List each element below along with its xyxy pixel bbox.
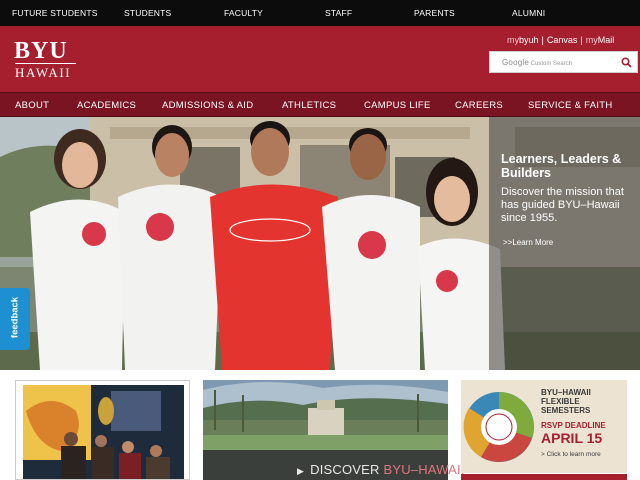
promo-event-photo[interactable] <box>15 380 190 480</box>
mymail-main: Mail <box>597 35 615 45</box>
link-faculty[interactable]: FACULTY <box>224 8 263 18</box>
mymail-prefix: my <box>585 35 598 45</box>
nav-item-academics[interactable]: ACADEMICS <box>77 100 136 111</box>
quick-links: mybyuh | Canvas | myMail <box>507 35 614 45</box>
main-nav: ABOUT ACADEMICS ADMISSIONS & AID ATHLETI… <box>0 92 640 117</box>
separator: | <box>541 35 544 45</box>
feedback-label: feedback <box>9 296 21 339</box>
mybyuh-main: byuh <box>519 35 539 45</box>
search-icon[interactable] <box>621 57 632 68</box>
search-placeholder: Google Custom Search <box>502 58 572 67</box>
link-parents[interactable]: PARENTS <box>414 8 455 18</box>
learn-more-link[interactable]: >>Learn More <box>503 238 553 247</box>
logo-wordmark-byu[interactable]: BYU <box>14 39 68 63</box>
link-students[interactable]: STUDENTS <box>124 8 171 18</box>
nav-item-service-faith[interactable]: SERVICE & FAITH <box>528 100 613 111</box>
nav-item-athletics[interactable]: ATHLETICS <box>282 100 336 111</box>
nav-item-careers[interactable]: CAREERS <box>455 100 503 111</box>
mybyuh-prefix: my <box>507 35 519 45</box>
audience-bar: FUTURE STUDENTS STUDENTS FACULTY STAFF P… <box>0 0 640 26</box>
rsvp-label: RSVP DEADLINE <box>541 421 606 430</box>
click-learn-more-link[interactable]: > Click to learn more <box>541 451 601 458</box>
logo-rule <box>15 63 76 64</box>
link-staff[interactable]: STAFF <box>325 8 352 18</box>
nav-item-admissions-aid[interactable]: ADMISSIONS & AID <box>162 100 253 111</box>
discover-banner[interactable]: ▶ DISCOVER BYU–HAWAII <box>297 462 465 477</box>
promo-footer-strip <box>461 474 627 480</box>
separator: | <box>580 35 583 45</box>
page: FUTURE STUDENTS STUDENTS FACULTY STAFF P… <box>0 0 640 480</box>
hero-title: Learners, Leaders & Builders <box>501 152 622 180</box>
nav-item-campus-life[interactable]: CAMPUS LIFE <box>364 100 431 111</box>
search-input[interactable]: Google Custom Search <box>489 51 638 73</box>
search-placeholder-text: Custom Search <box>530 61 573 67</box>
google-brand: Google <box>502 58 529 67</box>
discover-word: DISCOVER <box>310 462 384 477</box>
link-alumni[interactable]: ALUMNI <box>512 8 545 18</box>
canvas-link[interactable]: Canvas <box>547 35 578 45</box>
nav-item-about[interactable]: ABOUT <box>15 100 49 111</box>
hero-text: Discover the mission that has guided BYU… <box>501 186 624 224</box>
semesters-title: BYU–HAWAII FLEXIBLE SEMESTERS <box>541 388 591 415</box>
rsvp-date: APRIL 15 <box>541 430 603 446</box>
hero-banner[interactable]: Learners, Leaders & Builders Discover th… <box>0 117 640 370</box>
feedback-tab[interactable]: feedback <box>0 288 30 350</box>
play-icon[interactable]: ▶ <box>297 466 304 476</box>
discover-accent: BYU–HAWAII <box>383 462 465 477</box>
link-future-students[interactable]: FUTURE STUDENTS <box>12 8 98 18</box>
logo-wordmark-hawaii[interactable]: HAWAII <box>15 66 71 79</box>
mybyuh-link[interactable]: mybyuh <box>507 35 539 45</box>
mymail-link[interactable]: myMail <box>586 35 615 45</box>
event-photo <box>23 385 184 479</box>
